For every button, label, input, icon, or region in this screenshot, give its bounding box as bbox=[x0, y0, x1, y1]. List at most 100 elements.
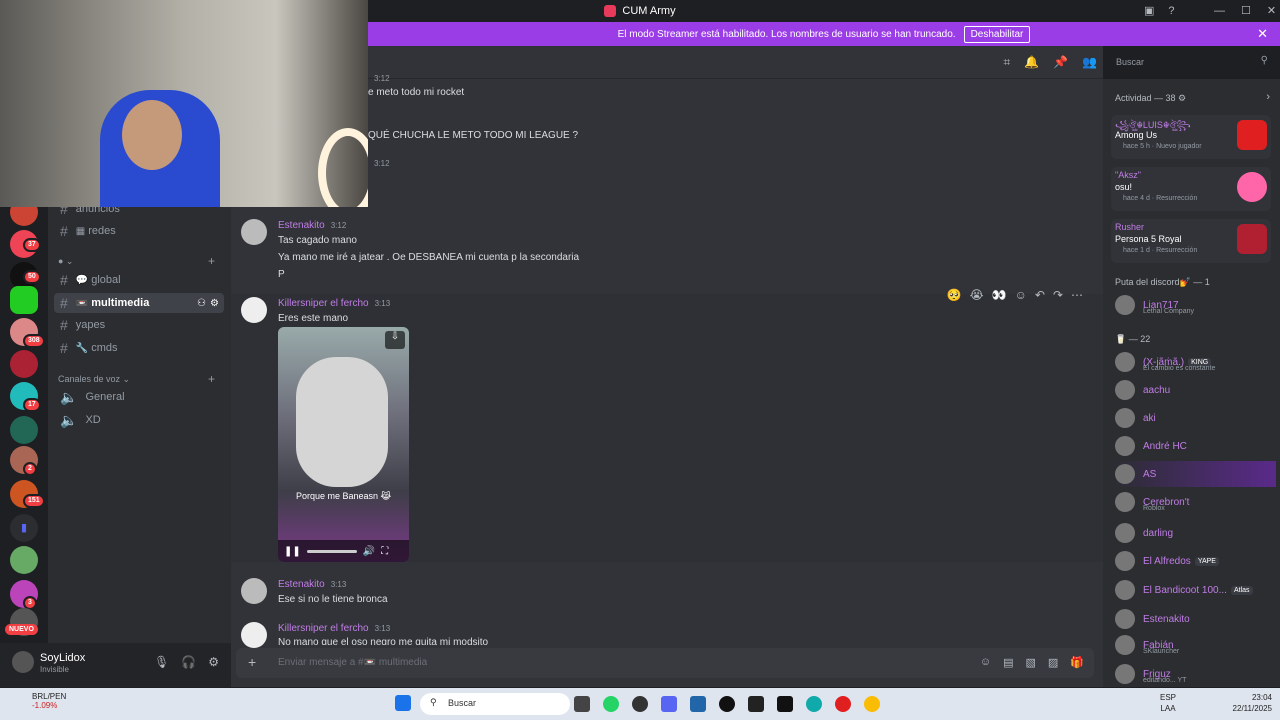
gift-icon[interactable]: 🎁 bbox=[1070, 656, 1084, 669]
emoji-icon[interactable]: ☺ bbox=[980, 656, 991, 669]
category-header[interactable]: ● ⌄ bbox=[58, 256, 73, 267]
member-item[interactable]: Friguz editando... YT bbox=[1111, 661, 1276, 687]
app-icon[interactable] bbox=[690, 696, 706, 712]
reaction-icon[interactable]: 😭 bbox=[970, 288, 984, 302]
add-channel-icon[interactable]: + bbox=[208, 372, 215, 386]
channel-global[interactable]: # 💬 global bbox=[54, 270, 224, 290]
more-icon[interactable]: ⋯ bbox=[1071, 288, 1083, 302]
app-icon[interactable] bbox=[719, 696, 735, 712]
member-item[interactable]: darling bbox=[1111, 520, 1276, 546]
image-icon[interactable]: ▨ bbox=[1048, 656, 1058, 669]
edge-icon[interactable] bbox=[806, 696, 822, 712]
member-item[interactable]: El Bandicoot 100... Atlas bbox=[1111, 577, 1276, 603]
activity-card[interactable]: ꧁ঔৣ☬LUIS☬ঔৣ꧂ Among Us hace 5 h · Nuevo j… bbox=[1111, 115, 1271, 159]
progress-bar[interactable] bbox=[306, 549, 357, 553]
avatar[interactable] bbox=[241, 219, 267, 245]
add-member-icon[interactable]: ⚇ bbox=[197, 298, 206, 309]
channel-redes[interactable]: # ▦ redes bbox=[54, 221, 224, 241]
voice-category[interactable]: Canales de voz ⌄ bbox=[58, 374, 130, 385]
volume-icon[interactable]: 🔊 bbox=[363, 546, 375, 557]
activity-card[interactable]: Rusher Persona 5 Royal hace 1 d · Resurr… bbox=[1111, 219, 1271, 263]
avatar[interactable] bbox=[241, 622, 267, 648]
gear-icon[interactable]: ⚙ bbox=[208, 655, 219, 669]
message-author[interactable]: Killersniper el fercho 3:13 bbox=[278, 623, 390, 634]
member-item[interactable]: AS bbox=[1111, 461, 1276, 487]
bell-icon[interactable]: 🔔 bbox=[1024, 55, 1039, 70]
member-name: Estenakito bbox=[1143, 613, 1190, 625]
avatar[interactable] bbox=[241, 578, 267, 604]
member-tag: Atlas bbox=[1230, 585, 1253, 595]
inbox-icon[interactable]: ▣ bbox=[1144, 4, 1154, 17]
download-icon[interactable]: ⇩ bbox=[385, 331, 405, 349]
channel-yapes[interactable]: # yapes bbox=[54, 315, 224, 335]
minimize-button[interactable]: — bbox=[1214, 5, 1225, 17]
app-icon[interactable] bbox=[632, 696, 648, 712]
server-icon[interactable] bbox=[10, 350, 38, 378]
app-icon[interactable] bbox=[748, 696, 764, 712]
avatar[interactable] bbox=[241, 297, 267, 323]
chrome-icon[interactable] bbox=[864, 696, 880, 712]
opera-icon[interactable] bbox=[835, 696, 851, 712]
reaction-icon[interactable]: 👀 bbox=[992, 288, 1007, 302]
message-author[interactable]: Estenakito 3:13 bbox=[278, 579, 346, 590]
member-item[interactable]: El Alfredos YAPE bbox=[1111, 548, 1276, 574]
unread-badge: 50 bbox=[23, 270, 41, 284]
add-reaction-icon[interactable]: ☺ bbox=[1015, 288, 1027, 302]
taskbar-search[interactable]: ⚲ Buscar bbox=[420, 693, 570, 715]
voice-channel-xd[interactable]: 🔈 XD bbox=[54, 410, 224, 430]
attach-icon[interactable]: + bbox=[248, 654, 256, 670]
clock[interactable]: 23:04 22/11/2025 bbox=[1233, 692, 1272, 714]
whatsapp-icon[interactable] bbox=[603, 696, 619, 712]
fullscreen-icon[interactable]: ⛶ bbox=[381, 546, 388, 557]
video-attachment[interactable]: ⇩ Porque me Baneasn 😹 ❚❚ 🔊 ⛶ bbox=[278, 327, 409, 562]
chevron-right-icon[interactable]: › bbox=[1266, 91, 1270, 103]
maximize-button[interactable]: ☐ bbox=[1241, 4, 1251, 17]
server-icon[interactable] bbox=[10, 546, 38, 574]
forward-icon[interactable]: ↷ bbox=[1053, 288, 1063, 302]
server-icon[interactable] bbox=[10, 416, 38, 444]
weather-widget[interactable]: BRL/PEN -1.09% bbox=[14, 692, 66, 710]
search-input[interactable]: Buscar ⚲ bbox=[1110, 52, 1274, 72]
member-item[interactable]: aki bbox=[1111, 405, 1276, 431]
channel-multimedia[interactable]: # 📼 multimedia ⚇ ⚙ bbox=[54, 293, 224, 313]
member-item[interactable]: Cerebron't Roblox bbox=[1111, 489, 1276, 515]
members-icon[interactable]: 👥 bbox=[1082, 55, 1097, 70]
member-item[interactable]: (X-jãṁã.) KING El cambio es constante bbox=[1111, 349, 1276, 375]
reaction-icon[interactable]: 🥺 bbox=[947, 288, 962, 302]
gif-icon[interactable]: ▤ bbox=[1003, 656, 1013, 669]
start-icon[interactable] bbox=[395, 695, 411, 711]
activity-card[interactable]: "Aksz" osu! hace 4 d · Resurrección bbox=[1111, 167, 1271, 211]
folder-icon[interactable]: ▮ bbox=[10, 514, 38, 542]
help-icon[interactable]: ? bbox=[1168, 5, 1174, 17]
member-item[interactable]: André HC bbox=[1111, 433, 1276, 459]
pause-icon[interactable]: ❚❚ bbox=[284, 546, 301, 557]
server-icon[interactable] bbox=[10, 286, 38, 314]
threads-icon[interactable]: ⌗ bbox=[1003, 55, 1010, 70]
reply-icon[interactable]: ↶ bbox=[1035, 288, 1045, 302]
headphones-icon[interactable]: 🎧 bbox=[181, 655, 196, 669]
member-item[interactable]: Estenakito bbox=[1111, 606, 1276, 632]
message-author[interactable]: Killersniper el fercho 3:13 bbox=[278, 298, 390, 309]
add-channel-icon[interactable]: + bbox=[208, 254, 215, 268]
sticker-icon[interactable]: ▧ bbox=[1025, 656, 1035, 669]
microphone-icon[interactable]: 🎙 bbox=[154, 655, 169, 669]
disable-streamer-button[interactable]: Deshabilitar bbox=[963, 25, 1031, 43]
discord-icon[interactable] bbox=[661, 696, 677, 712]
voice-channel-general[interactable]: 🔈 General bbox=[54, 387, 224, 407]
member-item[interactable]: Fabián SKlauncher bbox=[1111, 632, 1276, 658]
member-item[interactable]: Lian717 Lethal Company bbox=[1111, 292, 1276, 318]
message-input[interactable]: Enviar mensaje a #📼 multimedia bbox=[278, 657, 427, 668]
close-icon[interactable]: ✕ bbox=[1257, 26, 1268, 42]
capcut-icon[interactable] bbox=[777, 696, 793, 712]
message-author[interactable]: Estenakito 3:12 bbox=[278, 220, 346, 231]
channel-cmds[interactable]: # 🔧 cmds bbox=[54, 338, 224, 358]
language-indicator[interactable]: ESP LAA bbox=[1160, 692, 1176, 714]
avatar[interactable] bbox=[12, 651, 34, 673]
member-item[interactable]: aachu bbox=[1111, 377, 1276, 403]
file-explorer-icon[interactable] bbox=[574, 696, 590, 712]
videotape-icon: 📼 bbox=[75, 297, 89, 309]
close-button[interactable]: ✕ bbox=[1267, 4, 1276, 17]
pin-icon[interactable]: 📌 bbox=[1053, 55, 1068, 70]
gear-icon[interactable]: ⚙ bbox=[210, 298, 219, 309]
banner-text: El modo Streamer está habilitado. Los no… bbox=[617, 28, 956, 40]
